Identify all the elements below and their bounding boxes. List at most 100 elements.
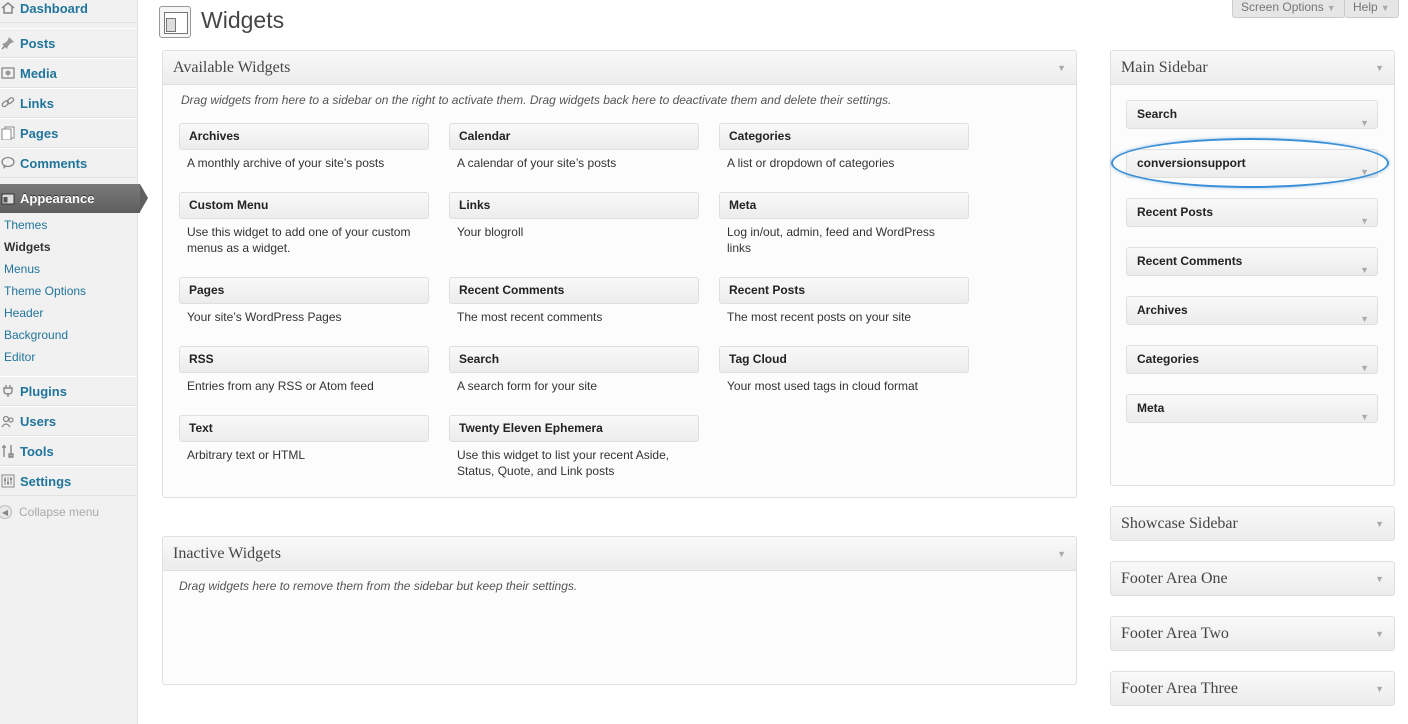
toggle-arrow-icon[interactable]: ▼ xyxy=(1375,629,1384,639)
widget-recent-posts[interactable]: Recent Posts The most recent posts on yo… xyxy=(719,277,969,325)
sidebar-widget-recent-posts[interactable]: Recent Posts ▼ xyxy=(1126,198,1378,227)
widget-title[interactable]: Twenty Eleven Ephemera xyxy=(449,415,699,442)
menu-settings-label: Settings xyxy=(20,473,72,489)
submenu-menus[interactable]: Menus xyxy=(0,258,137,280)
widget-title[interactable]: Categories xyxy=(719,123,969,150)
sidebar-widget-conversionsupport[interactable]: conversionsupport ▼ xyxy=(1126,149,1378,178)
chain-link-icon xyxy=(1,96,15,110)
widget-title[interactable]: RSS xyxy=(179,346,429,373)
pushpin-icon xyxy=(1,36,15,50)
widget-meta[interactable]: Meta Log in/out, admin, feed and WordPre… xyxy=(719,192,969,256)
toggle-arrow-icon[interactable]: ▼ xyxy=(1375,63,1384,73)
footer-area-one-box[interactable]: Footer Area One ▼ xyxy=(1110,561,1395,596)
menu-appearance[interactable]: Appearance xyxy=(0,184,148,213)
inactive-widgets-header[interactable]: Inactive Widgets ▼ xyxy=(163,537,1076,571)
toggle-arrow-icon[interactable]: ▼ xyxy=(1375,519,1384,529)
menu-comments-label: Comments xyxy=(20,155,88,171)
menu-posts[interactable]: Posts xyxy=(0,28,137,58)
menu-links-label: Links xyxy=(20,95,54,111)
submenu-background[interactable]: Background xyxy=(0,324,137,346)
sidebar-widget-title: conversionsupport xyxy=(1137,156,1246,170)
menu-plugins[interactable]: Plugins xyxy=(0,376,137,406)
widget-title[interactable]: Pages xyxy=(179,277,429,304)
expand-arrow-icon[interactable]: ▼ xyxy=(1360,208,1369,235)
sidebar-title: Showcase Sidebar xyxy=(1121,514,1238,532)
expand-arrow-icon[interactable]: ▼ xyxy=(1360,110,1369,137)
widget-recent-comments[interactable]: Recent Comments The most recent comments xyxy=(449,277,699,325)
widget-custom-menu[interactable]: Custom Menu Use this widget to add one o… xyxy=(179,192,429,256)
widget-title[interactable]: Text xyxy=(179,415,429,442)
toggle-arrow-icon[interactable]: ▼ xyxy=(1375,574,1384,584)
expand-arrow-icon[interactable]: ▼ xyxy=(1360,355,1369,382)
widget-links[interactable]: Links Your blogroll xyxy=(449,192,699,240)
footer-area-three-box[interactable]: Footer Area Three ▼ xyxy=(1110,671,1395,706)
widget-description: Your blogroll xyxy=(457,225,524,239)
widget-title[interactable]: Calendar xyxy=(449,123,699,150)
main-sidebar-box[interactable]: Main Sidebar ▼ Search ▼ conversionsuppor… xyxy=(1110,50,1395,486)
menu-media-label: Media xyxy=(20,65,57,81)
widget-title[interactable]: Custom Menu xyxy=(179,192,429,219)
widget-title[interactable]: Recent Posts xyxy=(719,277,969,304)
widget-search[interactable]: Search A search form for your site xyxy=(449,346,699,394)
submenu-themes[interactable]: Themes xyxy=(0,214,137,236)
expand-arrow-icon[interactable]: ▼ xyxy=(1360,306,1369,333)
media-icon xyxy=(1,66,15,80)
widget-twenty-eleven-ephemera[interactable]: Twenty Eleven Ephemera Use this widget t… xyxy=(449,415,699,479)
menu-comments[interactable]: Comments xyxy=(0,148,137,178)
sidebar-widget-title: Meta xyxy=(1137,401,1165,415)
inactive-widgets-box[interactable]: Inactive Widgets ▼ Drag widgets here to … xyxy=(162,536,1077,685)
expand-arrow-icon[interactable]: ▼ xyxy=(1360,159,1369,186)
menu-plugins-label: Plugins xyxy=(20,383,67,399)
widget-title[interactable]: Links xyxy=(449,192,699,219)
submenu-header[interactable]: Header xyxy=(0,302,137,324)
dashboard-icon xyxy=(1,1,15,15)
expand-arrow-icon[interactable]: ▼ xyxy=(1360,257,1369,284)
widget-text[interactable]: Text Arbitrary text or HTML xyxy=(179,415,429,463)
submenu-widgets[interactable]: Widgets xyxy=(0,236,137,258)
sidebar-widget-recent-comments[interactable]: Recent Comments ▼ xyxy=(1126,247,1378,276)
toggle-arrow-icon[interactable]: ▼ xyxy=(1057,549,1066,559)
menu-links[interactable]: Links xyxy=(0,88,137,118)
menu-dashboard[interactable]: Dashboard xyxy=(0,0,137,23)
widget-rss[interactable]: RSS Entries from any RSS or Atom feed xyxy=(179,346,429,394)
menu-pages[interactable]: Pages xyxy=(0,118,137,148)
menu-media[interactable]: Media xyxy=(0,58,137,88)
widget-title[interactable]: Search xyxy=(449,346,699,373)
submenu-editor[interactable]: Editor xyxy=(0,346,137,368)
widget-description: A list or dropdown of categories xyxy=(727,156,895,170)
widget-title[interactable]: Archives xyxy=(179,123,429,150)
sidebar-widget-categories[interactable]: Categories ▼ xyxy=(1126,345,1378,374)
toggle-arrow-icon[interactable]: ▼ xyxy=(1375,684,1384,694)
widget-pages[interactable]: Pages Your site’s WordPress Pages xyxy=(179,277,429,325)
submenu-theme-options[interactable]: Theme Options xyxy=(0,280,137,302)
collapse-menu-button[interactable]: ◀ Collapse menu xyxy=(0,505,99,519)
widget-calendar[interactable]: Calendar A calendar of your site’s posts xyxy=(449,123,699,171)
menu-tools[interactable]: Tools xyxy=(0,436,137,466)
sidebar-widget-search[interactable]: Search ▼ xyxy=(1126,100,1378,129)
collapse-menu-label: Collapse menu xyxy=(19,505,100,519)
sidebar-widget-meta[interactable]: Meta ▼ xyxy=(1126,394,1378,423)
screen-options-button[interactable]: Screen Options ▼ xyxy=(1232,0,1345,18)
menu-settings[interactable]: Settings xyxy=(0,466,137,496)
widget-title[interactable]: Recent Comments xyxy=(449,277,699,304)
menu-tools-label: Tools xyxy=(20,443,54,459)
showcase-sidebar-box[interactable]: Showcase Sidebar ▼ xyxy=(1110,506,1395,541)
sidebar-widget-archives[interactable]: Archives ▼ xyxy=(1126,296,1378,325)
available-widgets-header[interactable]: Available Widgets ▼ xyxy=(163,51,1076,85)
expand-arrow-icon[interactable]: ▼ xyxy=(1360,404,1369,431)
help-button[interactable]: Help ▼ xyxy=(1344,0,1399,18)
widget-categories[interactable]: Categories A list or dropdown of categor… xyxy=(719,123,969,171)
menu-pages-label: Pages xyxy=(20,125,59,141)
sidebar-title: Footer Area Three xyxy=(1121,679,1238,697)
widget-description: Use this widget to list your recent Asid… xyxy=(457,448,670,478)
widget-title[interactable]: Meta xyxy=(719,192,969,219)
widget-archives[interactable]: Archives A monthly archive of your site’… xyxy=(179,123,429,171)
sidebar-title: Footer Area Two xyxy=(1121,624,1229,642)
toggle-arrow-icon[interactable]: ▼ xyxy=(1057,63,1066,73)
menu-users[interactable]: Users xyxy=(0,406,137,436)
menu-appearance-label: Appearance xyxy=(20,191,95,206)
footer-area-two-box[interactable]: Footer Area Two ▼ xyxy=(1110,616,1395,651)
widget-tag-cloud[interactable]: Tag Cloud Your most used tags in cloud f… xyxy=(719,346,969,394)
widget-title[interactable]: Tag Cloud xyxy=(719,346,969,373)
main-sidebar-header[interactable]: Main Sidebar ▼ xyxy=(1111,51,1394,85)
